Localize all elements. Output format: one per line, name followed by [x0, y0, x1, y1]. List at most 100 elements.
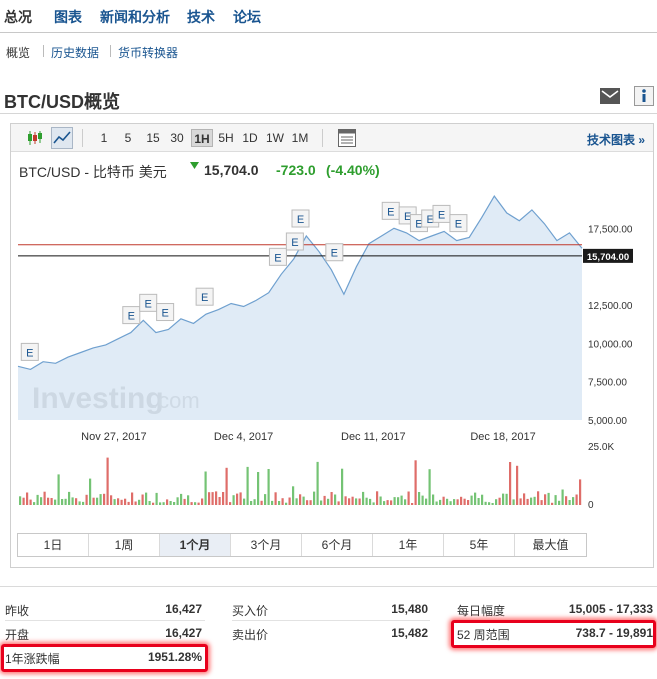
volume-bar	[232, 495, 235, 505]
volume-bar	[131, 492, 134, 505]
volume-bar	[264, 494, 267, 505]
volume-bar	[383, 501, 386, 505]
volume-bar	[344, 496, 347, 505]
volume-bar	[341, 468, 344, 505]
volume-bar	[85, 494, 88, 505]
range-button-4[interactable]: 6个月	[302, 534, 373, 556]
volume-bar	[418, 492, 421, 505]
volume-bar	[379, 496, 382, 505]
volume-bar	[337, 501, 340, 505]
volume-bar	[78, 501, 81, 505]
volume-bar	[183, 498, 186, 505]
volume-bar	[488, 502, 491, 505]
volume-bar	[120, 499, 123, 505]
volume-bar	[435, 501, 438, 505]
price-chart[interactable]: Investing.com15,704.0017,500.0012,500.00…	[0, 0, 657, 560]
volume-bar	[407, 491, 410, 505]
volume-bar	[498, 497, 501, 505]
volume-bar	[460, 496, 463, 505]
event-marker-label: E	[26, 347, 33, 359]
stat-label-ask: 卖出价	[232, 628, 269, 642]
volume-bar	[372, 502, 375, 505]
volume-bar	[148, 501, 151, 505]
volume-bar	[369, 498, 372, 505]
price-area	[18, 196, 582, 420]
volume-bar	[540, 500, 543, 505]
x-tick-label: Nov 27, 2017	[81, 431, 146, 443]
stat-value-day-range: 15,005 - 17,333	[568, 602, 653, 616]
volume-bar	[568, 500, 571, 505]
volume-bar	[313, 491, 316, 505]
event-marker-label: E	[274, 252, 281, 264]
volume-bar	[358, 498, 361, 505]
volume-bar	[449, 501, 452, 505]
range-button-3[interactable]: 3个月	[231, 534, 302, 556]
y-tick-label: 7,500.00	[588, 378, 627, 389]
volume-bar	[50, 498, 53, 505]
stat-value-ask: 15,482	[391, 626, 428, 640]
range-button-5[interactable]: 1年	[373, 534, 444, 556]
volume-bar	[302, 496, 305, 505]
x-tick-label: Dec 18, 2017	[470, 431, 535, 443]
volume-bar	[141, 494, 144, 505]
volume-bar	[36, 494, 39, 505]
volume-bar	[330, 492, 333, 505]
volume-bar	[470, 495, 473, 505]
volume-bar	[267, 469, 270, 505]
range-button-2[interactable]: 1个月	[160, 534, 231, 556]
event-marker-label: E	[201, 292, 208, 304]
volume-bar	[33, 502, 36, 505]
event-marker-label: E	[438, 209, 445, 221]
volume-bar	[442, 496, 445, 505]
volume-bar	[355, 498, 358, 505]
volume-bar	[323, 495, 326, 505]
volume-bar	[295, 498, 298, 505]
range-button-0[interactable]: 1日	[18, 534, 89, 556]
stat-label-bid: 买入价	[232, 604, 269, 618]
volume-bar	[365, 497, 368, 505]
volume-bar	[474, 492, 477, 505]
volume-bar	[89, 478, 92, 505]
volume-bar	[558, 500, 561, 505]
volume-bar	[110, 495, 113, 505]
volume-bar	[502, 493, 505, 505]
volume-bar	[274, 492, 277, 505]
volume-bar	[316, 461, 319, 505]
event-marker-label: E	[387, 206, 394, 218]
range-button-6[interactable]: 5年	[444, 534, 515, 556]
volume-bar	[453, 499, 456, 505]
volume-bar	[166, 499, 169, 505]
volume-bar	[19, 496, 22, 505]
volume-bar	[173, 502, 176, 505]
event-marker-label: E	[161, 308, 168, 320]
event-marker-label: E	[128, 311, 135, 323]
volume-bar	[236, 493, 239, 505]
event-marker-label: E	[297, 214, 304, 226]
volume-bar	[292, 486, 295, 505]
volume-bar	[299, 494, 302, 505]
volume-bar	[278, 501, 281, 505]
volume-bar	[124, 498, 127, 505]
range-button-7[interactable]: 最大值	[515, 534, 586, 556]
volume-bar	[526, 498, 529, 505]
volume-bar	[491, 503, 494, 505]
stat-label-day-range: 每日幅度	[457, 604, 506, 618]
volume-bar	[551, 502, 554, 505]
range-button-1[interactable]: 1周	[89, 534, 160, 556]
volume-bar	[554, 495, 557, 505]
volume-bar	[257, 472, 260, 505]
x-tick-label: Dec 4, 2017	[214, 431, 273, 443]
volume-bar	[22, 497, 25, 505]
volume-bar	[243, 498, 246, 505]
highlight-52w-range	[451, 620, 656, 648]
event-marker-label: E	[291, 237, 298, 249]
volume-bar	[103, 493, 106, 505]
volume-bar	[505, 493, 508, 505]
volume-bar	[351, 496, 354, 505]
event-marker-label: E	[455, 219, 462, 231]
volume-bar	[40, 497, 43, 505]
volume-bar	[71, 497, 74, 505]
volume-bar	[523, 493, 526, 505]
volume-bar	[204, 471, 207, 505]
volume-bar	[239, 492, 242, 505]
